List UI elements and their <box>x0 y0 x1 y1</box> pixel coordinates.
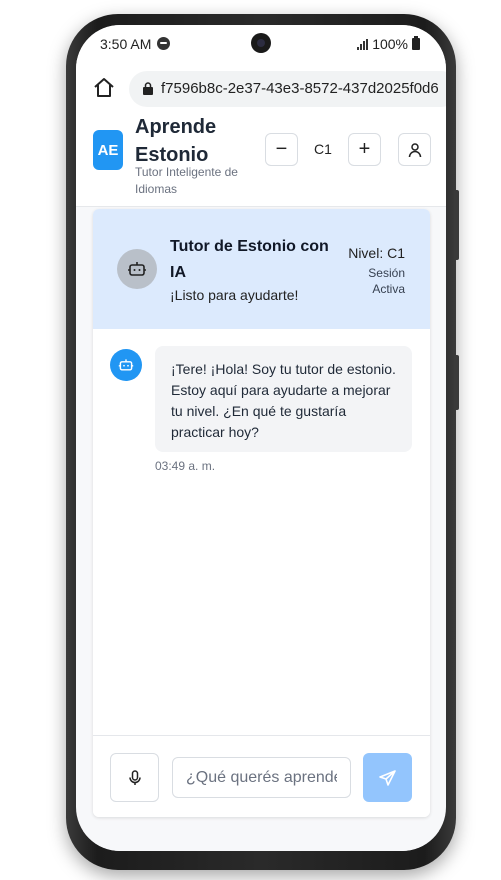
session-status: Sesión Activa <box>368 266 405 296</box>
battery-icon <box>412 36 420 50</box>
status-bar: 3:50 AM 100% <box>76 25 446 63</box>
bot-icon <box>128 262 146 276</box>
url-text: f7596b8c-2e37-43e3-8572-437d2025f0d6 <box>161 80 439 97</box>
front-camera <box>251 33 271 53</box>
message-timestamp: 03:49 a. m. <box>155 459 216 473</box>
send-button[interactable] <box>363 753 412 802</box>
app-subtitle: Tutor Inteligente de Idiomas <box>135 165 238 196</box>
user-icon <box>408 142 421 157</box>
bot-icon <box>118 359 134 371</box>
battery-percent: 100% <box>372 36 408 52</box>
microphone-icon <box>128 769 141 785</box>
phone-volume-button <box>454 355 459 410</box>
app-header: AE Aprende Estonio Tutor Inteligente de … <box>76 116 446 207</box>
url-field[interactable]: f7596b8c-2e37-43e3-8572-437d2025f0d6 <box>129 71 446 107</box>
tutor-avatar <box>117 249 157 289</box>
spotify-icon <box>157 37 170 50</box>
level-indicator: C1 <box>314 141 332 157</box>
user-profile-button[interactable] <box>398 133 431 166</box>
bottom-gesture-area <box>76 831 446 851</box>
tutor-level: Nivel: C1 <box>348 245 405 261</box>
phone-screen: 3:50 AM 100% f7596b8c-2e37-43e3-8572-437… <box>76 25 446 851</box>
signal-icon <box>357 38 369 50</box>
message-input[interactable] <box>172 757 351 798</box>
browser-address-bar: f7596b8c-2e37-43e3-8572-437d2025f0d6 <box>76 63 446 117</box>
status-indicators: 100% <box>357 36 420 52</box>
increase-level-button[interactable]: + <box>348 133 381 166</box>
decrease-level-button[interactable]: − <box>265 133 298 166</box>
microphone-button[interactable] <box>110 753 159 802</box>
send-icon <box>378 769 396 786</box>
chat-card: Tutor de Estonio con IA ¡Listo para ayud… <box>93 209 430 817</box>
tutor-banner: Tutor de Estonio con IA ¡Listo para ayud… <box>93 209 430 329</box>
home-icon[interactable] <box>92 76 116 100</box>
message-avatar <box>110 349 142 381</box>
tutor-name: Tutor de Estonio con IA <box>170 238 329 281</box>
phone-power-button <box>454 190 459 260</box>
lock-icon <box>143 82 153 95</box>
tutor-status: ¡Listo para ayudarte! <box>170 287 299 303</box>
message-composer <box>93 735 430 817</box>
app-logo: AE <box>93 130 123 170</box>
message-bubble: ¡Tere! ¡Hola! Soy tu tutor de estonio. E… <box>155 346 412 452</box>
app-title: Aprende Estonio <box>135 116 217 166</box>
status-time: 3:50 AM <box>100 36 152 52</box>
